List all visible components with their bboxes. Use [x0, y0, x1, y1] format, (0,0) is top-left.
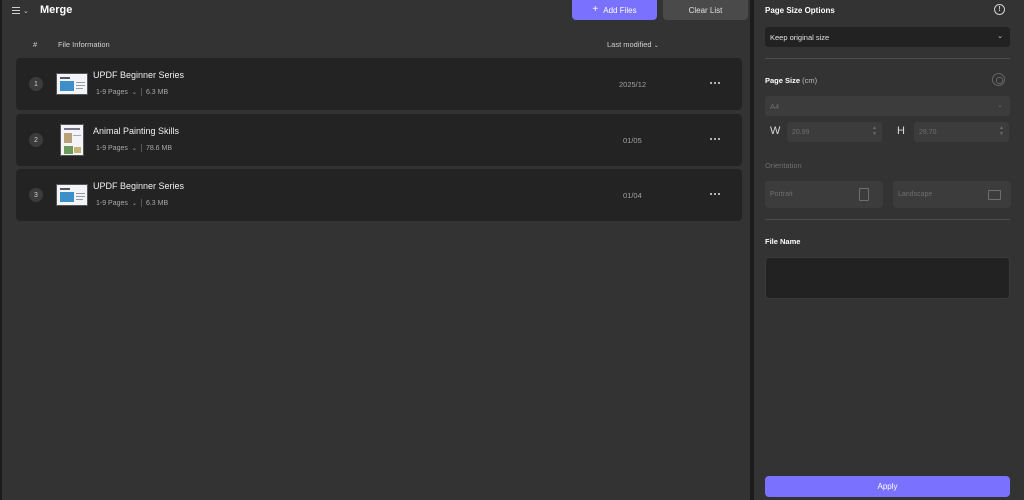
width-value: 20.99	[792, 128, 810, 136]
clear-list-button[interactable]: Clear List	[663, 0, 748, 20]
last-modified-label: Last modified	[607, 40, 652, 49]
portrait-label: Portrait	[770, 191, 793, 198]
file-thumbnail	[56, 184, 88, 206]
portrait-button: Portrait	[765, 181, 883, 208]
row-index: 2	[29, 133, 43, 147]
file-meta: 1-9 Pages ⌄ 78.6 MB	[96, 144, 172, 152]
page-range: 1-9 Pages	[96, 88, 128, 96]
modified-date: 01/04	[623, 191, 642, 200]
file-name: Animal Painting Skills	[93, 126, 180, 136]
column-header-file-information: File Information	[58, 40, 110, 49]
height-label: H	[897, 125, 905, 137]
more-options-icon[interactable]	[706, 187, 724, 201]
add-files-label: Add Files	[603, 5, 637, 15]
page-size-text: Page Size	[765, 76, 801, 85]
page-range: 1-9 Pages	[96, 199, 128, 207]
file-thumbnail	[60, 124, 84, 156]
page-size-value: A4	[770, 101, 780, 111]
more-options-icon[interactable]	[706, 76, 724, 90]
row-index: 1	[29, 77, 43, 91]
size-option-value: Keep original size	[770, 32, 830, 42]
height-value: 29.70	[919, 128, 937, 136]
file-meta: 1-9 Pages ⌄ 6.3 MB	[96, 88, 168, 96]
file-thumbnail	[56, 73, 88, 95]
page-range: 1-9 Pages	[96, 144, 128, 152]
divider	[765, 219, 1010, 220]
menu-button[interactable]: ⌄	[12, 4, 34, 18]
file-name: UPDF Beginner Series	[93, 70, 185, 80]
orientation-label: Orientation	[765, 161, 802, 170]
file-name: UPDF Beginner Series	[93, 181, 185, 191]
row-index: 3	[29, 188, 43, 202]
settings-panel: Page Size Options ! Keep original size ⌄…	[754, 0, 1024, 500]
file-meta: 1-9 Pages ⌄ 6.3 MB	[96, 199, 168, 207]
chevron-down-icon: ⌄	[997, 102, 1003, 109]
modified-date: 01/05	[623, 136, 642, 145]
apply-button[interactable]: Apply	[765, 476, 1010, 497]
modified-date: 2025/12	[619, 80, 647, 89]
stepper-icon: ▲ ▼	[872, 125, 877, 137]
height-input: 29.70 ▲ ▼	[914, 122, 1009, 142]
divider	[765, 58, 1010, 59]
stepper-icon: ▲ ▼	[999, 125, 1004, 137]
landscape-page-icon	[988, 190, 1001, 200]
landscape-label: Landscape	[898, 191, 933, 198]
page-size-unit: (cm)	[802, 76, 818, 85]
info-icon[interactable]: !	[994, 4, 1005, 15]
chevron-down-icon: ⌄	[997, 33, 1003, 40]
plus-icon: +	[592, 4, 599, 15]
landscape-button: Landscape	[893, 181, 1011, 208]
page-size-select: A4 ⌄	[765, 96, 1010, 116]
chevron-down-icon[interactable]: ⌄	[132, 145, 137, 152]
size-option-select[interactable]: Keep original size ⌄	[765, 27, 1010, 47]
panel-title: Page Size Options	[765, 6, 835, 15]
file-size: 6.3 MB	[145, 199, 169, 207]
file-list-area: ⌄ Merge + Add Files Clear List # File In…	[2, 0, 750, 500]
add-files-button[interactable]: + Add Files	[572, 0, 657, 20]
column-header-number: #	[33, 40, 38, 49]
reset-icon	[992, 73, 1005, 86]
hamburger-icon	[12, 7, 20, 15]
table-row[interactable]: 2 Animal Painting Skills 1-9 Pages ⌄ 78.…	[16, 114, 742, 166]
file-size: 78.6 MB	[145, 144, 173, 152]
chevron-down-icon: ⌄	[653, 43, 659, 49]
page-size-label: Page Size (cm)	[765, 76, 817, 85]
more-options-icon[interactable]	[706, 132, 724, 146]
width-label: W	[770, 125, 781, 137]
portrait-page-icon	[859, 188, 869, 201]
column-header-last-modified[interactable]: Last modified ⌄	[607, 40, 659, 49]
chevron-down-icon: ⌄	[23, 7, 29, 15]
file-name-input[interactable]	[765, 257, 1010, 299]
table-row[interactable]: 1 UPDF Beginner Series 1-9 Pages ⌄ 6.3 M…	[16, 58, 742, 110]
file-size: 6.3 MB	[145, 88, 169, 96]
table-row[interactable]: 3 UPDF Beginner Series 1-9 Pages ⌄ 6.3 M…	[16, 169, 742, 221]
chevron-down-icon[interactable]: ⌄	[132, 200, 137, 207]
page-title: Merge	[40, 4, 73, 16]
file-name-label: File Name	[765, 237, 801, 246]
width-input: 20.99 ▲ ▼	[787, 122, 882, 142]
chevron-down-icon[interactable]: ⌄	[132, 89, 137, 96]
